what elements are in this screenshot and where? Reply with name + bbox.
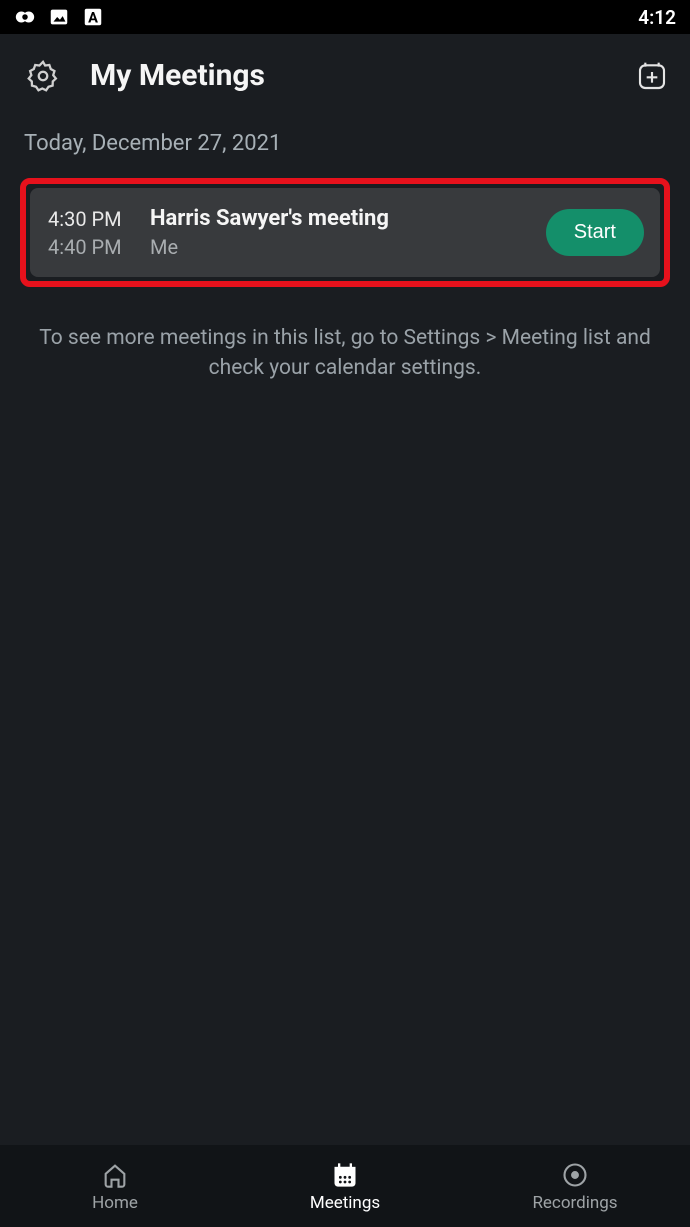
webex-icon: [14, 6, 36, 28]
nav-recordings[interactable]: Recordings: [460, 1161, 690, 1213]
meeting-card[interactable]: 4:30 PM 4:40 PM Harris Sawyer's meeting …: [30, 188, 660, 277]
meeting-start-time: 4:30 PM: [48, 207, 132, 231]
hint-text: To see more meetings in this list, go to…: [24, 291, 666, 384]
home-icon: [101, 1161, 129, 1189]
gear-icon[interactable]: [26, 59, 60, 93]
nav-home[interactable]: Home: [0, 1161, 230, 1213]
meeting-title: Harris Sawyer's meeting: [150, 206, 528, 231]
meeting-time: 4:30 PM 4:40 PM: [48, 207, 132, 259]
nav-meetings-label: Meetings: [310, 1193, 380, 1213]
calendar-add-icon[interactable]: [636, 60, 668, 92]
header: My Meetings: [0, 34, 690, 113]
start-button[interactable]: Start: [546, 209, 644, 256]
main-area: My Meetings Today, December 27, 2021 4:3…: [0, 34, 690, 1145]
svg-text:A: A: [88, 9, 98, 27]
highlight-annotation: 4:30 PM 4:40 PM Harris Sawyer's meeting …: [20, 178, 670, 287]
nav-home-label: Home: [92, 1193, 138, 1213]
letter-a-icon: A: [82, 6, 104, 28]
status-icons: A: [14, 6, 104, 28]
meeting-info: Harris Sawyer's meeting Me: [150, 206, 528, 259]
status-bar: A 4:12: [0, 0, 690, 34]
image-icon: [48, 6, 70, 28]
status-time: 4:12: [638, 6, 676, 29]
meeting-organizer: Me: [150, 235, 528, 259]
bottom-nav: Home Meetings Recordings: [0, 1145, 690, 1227]
meeting-end-time: 4:40 PM: [48, 235, 132, 259]
page-title: My Meetings: [90, 58, 265, 93]
record-icon: [561, 1161, 589, 1189]
nav-recordings-label: Recordings: [532, 1193, 617, 1213]
nav-meetings[interactable]: Meetings: [230, 1161, 460, 1213]
date-header: Today, December 27, 2021: [24, 113, 666, 174]
calendar-icon: [331, 1161, 359, 1189]
